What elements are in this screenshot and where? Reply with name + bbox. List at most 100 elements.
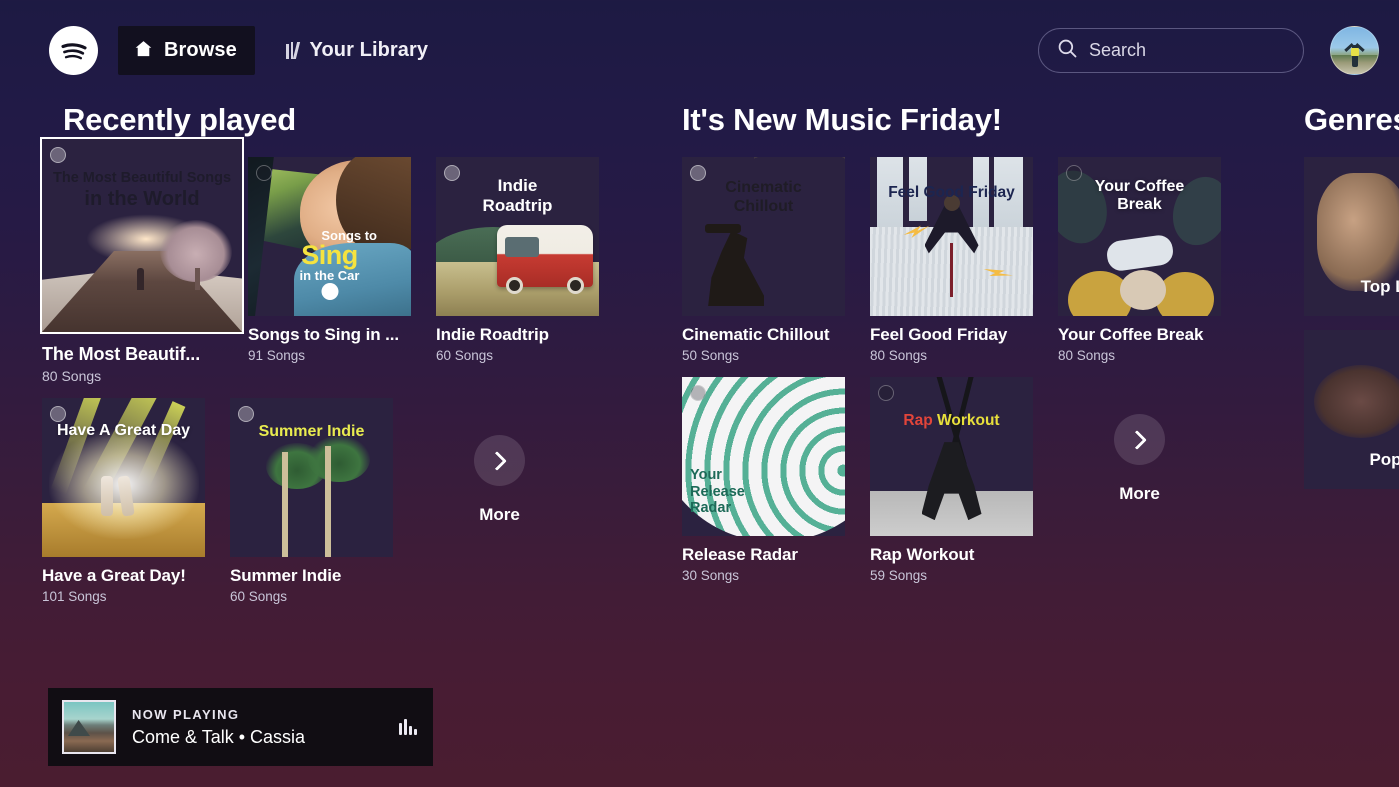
art-branches — [753, 157, 845, 285]
thumbnail-peak — [68, 720, 90, 736]
album-art: Have A Great Day — [42, 398, 205, 557]
tile-row: Top Li — [1304, 157, 1399, 316]
art-line-1: Your Coffee — [1094, 177, 1185, 195]
art-word-rap: Rap — [903, 411, 937, 429]
art-line-1: Top Li — [1360, 277, 1399, 297]
album-art: Rap Workout — [870, 377, 1033, 536]
art-bicycle — [949, 242, 953, 297]
art-shape — [1105, 233, 1175, 273]
nav-your-library-button[interactable]: Your Library — [286, 26, 428, 75]
art-line-1: Pop — [1369, 450, 1399, 470]
playlist-title: The Most Beautif... — [42, 344, 201, 364]
now-playing-bar[interactable]: NOW PLAYING Come & Talk • Cassia — [48, 688, 433, 766]
album-art-text: Have A Great Day — [42, 422, 205, 440]
album-art-text: Your Release Radar — [682, 467, 845, 517]
album-art: Pop — [1304, 330, 1399, 489]
art-floor — [870, 491, 1033, 536]
album-art: Your Coffee Break — [1058, 157, 1221, 316]
art-van-window — [505, 237, 539, 258]
section-title: Recently played — [63, 102, 297, 137]
playlist-title: Songs to Sing in ... — [248, 325, 399, 344]
chevron-glyph — [487, 450, 507, 471]
playlist-song-count: 30 Songs — [682, 568, 740, 583]
chevron-glyph — [1127, 429, 1147, 450]
playlist-tile-rap-workout[interactable]: Rap Workout Rap Workout 59 Songs — [870, 377, 1033, 583]
album-art: Feel Good Friday — [870, 157, 1033, 316]
genre-tile-top-lists[interactable]: Top Li — [1304, 157, 1399, 316]
top-navigation-bar: Browse Your Library Search — [0, 0, 1399, 100]
playlist-song-count: 91 Songs — [248, 348, 306, 363]
album-art-text: Pop — [1304, 450, 1399, 470]
browse-content: Recently played The Most Beautiful Songs… — [0, 100, 1399, 787]
art-line-3: in the Car — [299, 268, 360, 284]
spotify-logo[interactable] — [49, 26, 98, 75]
playlist-tile-songs-to-sing-in-the-car[interactable]: Songs to Sing in the Car Songs to Sing i… — [248, 157, 411, 363]
spotify-badge-icon — [878, 385, 894, 401]
album-art-text: Feel Good Friday — [870, 184, 1033, 202]
nav-browse-button[interactable]: Browse — [118, 26, 255, 75]
art-shape — [1119, 269, 1166, 310]
art-hands — [1317, 172, 1399, 291]
art-palm-crown — [308, 436, 371, 483]
search-placeholder: Search — [1089, 40, 1147, 60]
playlist-title: Your Coffee Break — [1058, 325, 1204, 344]
playlist-title: Cinematic Chillout — [682, 325, 830, 344]
playlist-tile-cinematic-chillout[interactable]: Cinematic Chillout Cinematic Chillout 50… — [682, 157, 845, 363]
art-line-3: Radar — [690, 500, 732, 517]
genre-tile-pop[interactable]: Pop — [1304, 330, 1399, 489]
album-art: Indie Roadtrip — [436, 157, 599, 316]
art-tree-trunk — [195, 267, 200, 290]
playlist-tile-your-coffee-break[interactable]: Your Coffee Break Your Coffee Break 80 S… — [1058, 157, 1221, 363]
now-playing-text: NOW PLAYING Come & Talk • Cassia — [132, 707, 399, 748]
playlist-title: Release Radar — [682, 545, 798, 564]
more-button-recently-played[interactable]: More — [418, 398, 581, 525]
now-playing-track: Come & Talk • Cassia — [132, 726, 306, 747]
art-line-1: Rap Workout — [878, 412, 1025, 430]
search-input[interactable]: Search — [1038, 28, 1304, 73]
playlist-song-count: 80 Songs — [870, 348, 928, 363]
playlist-tile-have-a-great-day[interactable]: Have A Great Day Have a Great Day! 101 S… — [42, 398, 205, 604]
playlist-title: Indie Roadtrip — [436, 325, 549, 344]
chevron-right-icon — [1114, 414, 1165, 465]
art-line-2: Roadtrip — [482, 195, 553, 215]
art-van — [497, 225, 593, 295]
playlist-song-count: 60 Songs — [436, 348, 494, 363]
more-label: More — [479, 505, 520, 524]
section-genres: Genres Top Li — [1304, 100, 1399, 489]
playlist-tile-summer-indie[interactable]: Summer Indie Summer Indie 60 Songs — [230, 398, 393, 604]
playlist-tile-release-radar[interactable]: Your Release Radar Release Radar 30 Song… — [682, 377, 845, 583]
tile-row: Your Release Radar Release Radar 30 Song… — [682, 377, 1282, 583]
more-button-new-music-friday[interactable]: More — [1058, 377, 1221, 504]
art-word-workout: Workout — [937, 411, 1000, 429]
equalizer-icon — [399, 719, 417, 735]
section-title: Genres — [1304, 102, 1399, 137]
art-line-2: Release — [690, 483, 745, 500]
playlist-song-count: 80 Songs — [1058, 348, 1116, 363]
art-line-2: Break — [1117, 196, 1162, 214]
album-art: Songs to Sing in the Car — [248, 157, 411, 316]
playlist-tile-the-most-beautiful-songs[interactable]: The Most Beautiful Songs in the World Th… — [40, 137, 244, 384]
playlist-tile-indie-roadtrip[interactable]: Indie Roadtrip Indie Roadtrip 60 Songs — [436, 157, 599, 363]
playlist-song-count: 60 Songs — [230, 589, 288, 604]
avatar[interactable] — [1330, 26, 1379, 75]
art-line-1: Have A Great Day — [56, 421, 191, 439]
playlist-tile-feel-good-friday[interactable]: Feel Good Friday Feel Good Friday 80 Son… — [870, 157, 1033, 363]
album-art: Your Release Radar — [682, 377, 845, 536]
playlist-song-count: 80 Songs — [42, 368, 102, 384]
nav-your-library-label: Your Library — [309, 39, 429, 61]
spotify-badge-icon — [50, 406, 66, 422]
art-palm-trunk — [324, 445, 331, 557]
spotify-badge-icon — [238, 406, 254, 422]
album-art-text: The Most Beautiful Songs in the World — [42, 170, 242, 211]
art-palm-trunk — [282, 452, 289, 557]
art-line-1: Indie — [497, 176, 538, 196]
playlist-title: Have a Great Day! — [42, 566, 186, 585]
art-line-2: Chillout — [733, 197, 794, 215]
art-line-1: Feel Good Friday — [888, 184, 1015, 202]
more-label: More — [1119, 484, 1160, 503]
spotify-badge-icon — [50, 147, 66, 163]
art-line-2: Sing — [301, 240, 358, 271]
library-bars-icon — [286, 42, 300, 59]
spotify-badge-icon — [256, 165, 272, 181]
album-art: Top Li — [1304, 157, 1399, 316]
